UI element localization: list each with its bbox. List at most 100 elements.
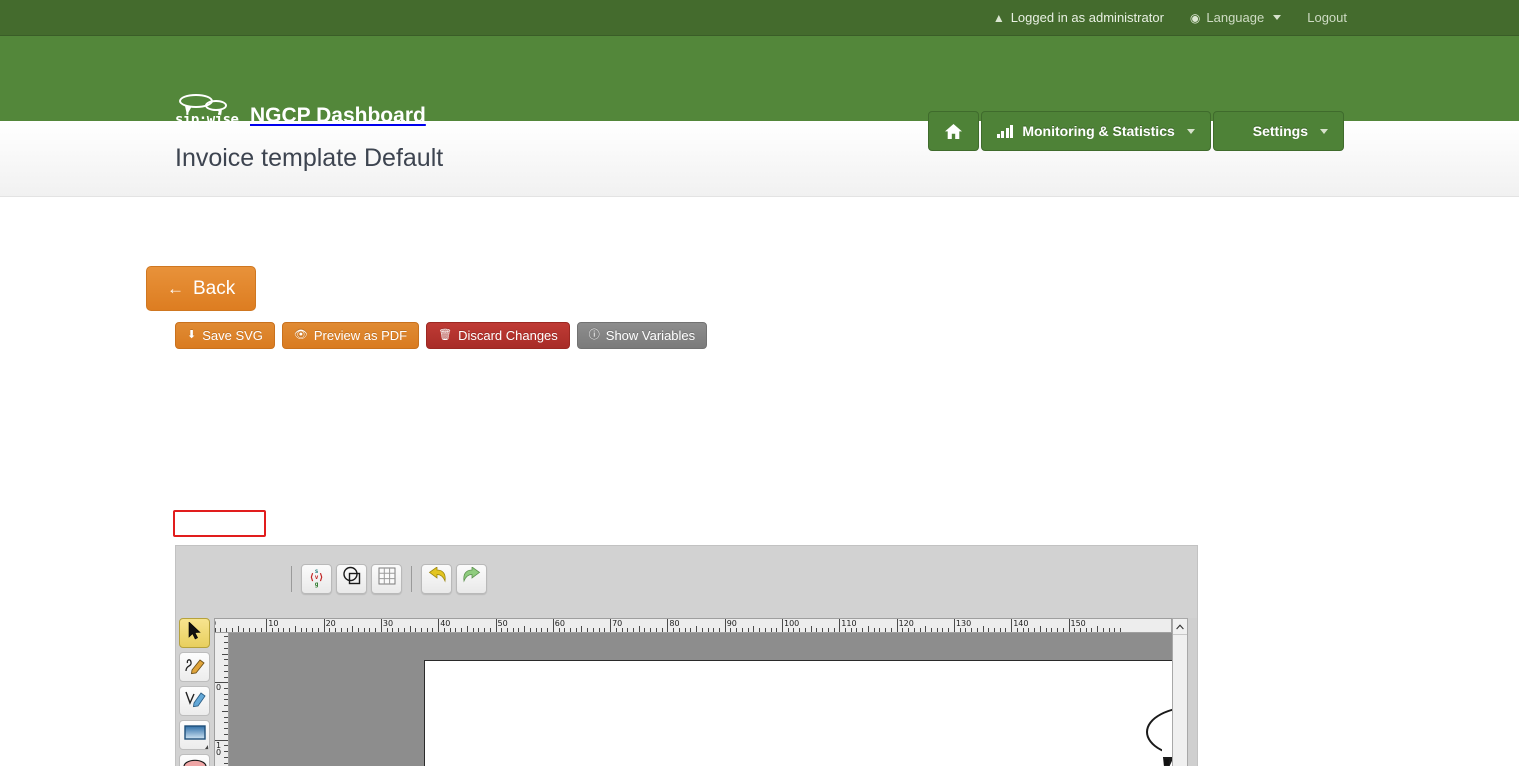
- ruler-tick-major: [610, 619, 611, 632]
- ruler-tick-minor: [224, 636, 228, 637]
- pen-tool[interactable]: [179, 686, 210, 716]
- ruler-tick-minor: [656, 628, 657, 632]
- ruler-tick-minor: [224, 717, 228, 718]
- app-header: sip:wise NGCP Dashboard Monitoring & Sta…: [0, 36, 1519, 121]
- ruler-tick-minor: [249, 628, 250, 632]
- document-sipwise-logo[interactable]: sip:wise: [1128, 701, 1172, 766]
- ruler-tick-minor: [742, 628, 743, 632]
- ruler-tick-minor: [329, 628, 330, 632]
- chevron-down-icon: [1187, 129, 1195, 134]
- ruler-tick-minor: [874, 628, 875, 632]
- language-menu[interactable]: ◉ Language: [1190, 10, 1281, 25]
- ruler-tick-minor: [224, 688, 228, 689]
- ruler-tick-minor: [226, 628, 227, 632]
- scroll-up-button[interactable]: [1173, 619, 1187, 635]
- undo-button[interactable]: [421, 564, 452, 594]
- back-button[interactable]: ← Back: [146, 266, 256, 311]
- submenu-indicator: [205, 745, 208, 749]
- ruler-tick-minor: [983, 626, 984, 632]
- ruler-label: 150: [1071, 620, 1086, 628]
- rectangle-tool[interactable]: [179, 720, 210, 750]
- ruler-tick-minor: [862, 628, 863, 632]
- cursor-arrow-icon: [188, 622, 201, 645]
- user-icon: ▲: [993, 12, 1005, 24]
- ruler-tick-minor: [713, 628, 714, 632]
- nav-monitoring-statistics-button[interactable]: Monitoring & Statistics: [981, 111, 1211, 151]
- ruler-tick-minor: [220, 628, 221, 632]
- ruler-tick-minor: [369, 628, 370, 632]
- freehand-tool[interactable]: [179, 652, 210, 682]
- select-tool[interactable]: [179, 618, 210, 648]
- chevron-down-icon: [1320, 129, 1328, 134]
- logout-link[interactable]: Logout: [1307, 10, 1347, 25]
- ruler-tick-minor: [622, 628, 623, 632]
- ruler-tick-minor: [765, 628, 766, 632]
- ruler-tick-minor: [994, 628, 995, 632]
- ruler-tick-minor: [518, 628, 519, 632]
- ruler-tick-minor: [1120, 628, 1121, 632]
- language-label: Language: [1206, 10, 1264, 25]
- discard-changes-button[interactable]: 🗑 Discard Changes: [426, 322, 570, 349]
- ruler-label: 70: [612, 620, 622, 628]
- ruler-tick-minor: [891, 628, 892, 632]
- ruler-tick-minor: [432, 628, 433, 632]
- grid-icon: [378, 567, 396, 590]
- ruler-tick-minor: [392, 628, 393, 632]
- ruler-tick-minor: [570, 628, 571, 632]
- ruler-tick-minor: [224, 671, 228, 672]
- save-svg-button[interactable]: ⬇ Save SVG: [175, 322, 275, 349]
- discard-changes-label: Discard Changes: [458, 328, 558, 343]
- preview-as-pdf-button[interactable]: 👁 Preview as PDF: [282, 322, 419, 349]
- invoice-document-page[interactable]: sip:wise Invoice Nr. [% invoice.serial %…: [424, 660, 1172, 766]
- brand-home-link[interactable]: sip:wise NGCP Dashboard: [175, 94, 426, 128]
- svg-canvas-viewport[interactable]: sip:wise Invoice Nr. [% invoice.serial %…: [229, 633, 1172, 766]
- ruler-label: 60: [555, 620, 565, 628]
- ruler-tick-minor: [224, 665, 228, 666]
- nav-home-button[interactable]: [928, 111, 979, 151]
- ruler-tick-minor: [1103, 628, 1104, 632]
- ruler-tick-minor: [616, 628, 617, 632]
- ruler-label: 120: [899, 620, 914, 628]
- show-variables-button[interactable]: ⓘ Show Variables: [577, 322, 707, 349]
- ruler-tick-minor: [564, 628, 565, 632]
- ruler-tick-major: [667, 619, 668, 632]
- shapes-boolean-button[interactable]: [336, 564, 367, 594]
- vertical-ruler: 001020304050: [214, 633, 229, 766]
- ruler-tick-major: [324, 619, 325, 632]
- svg-source-icon: ⟨svg⟩: [309, 569, 323, 588]
- svg-editor-toolbar: ⟨svg⟩: [176, 546, 1197, 611]
- ruler-label: 80: [669, 620, 679, 628]
- ruler-tick-minor: [224, 699, 228, 700]
- grid-toggle-button[interactable]: [371, 564, 402, 594]
- canvas-vertical-scrollbar[interactable]: [1172, 618, 1188, 766]
- ruler-tick-major: [954, 619, 955, 632]
- ruler-tick-minor: [501, 628, 502, 632]
- ruler-tick-major: [381, 619, 382, 632]
- ruler-tick-minor: [295, 626, 296, 632]
- ruler-tick-minor: [467, 626, 468, 632]
- ellipse-tool[interactable]: [179, 754, 210, 766]
- ruler-tick-minor: [702, 628, 703, 632]
- redo-button[interactable]: [456, 564, 487, 594]
- ruler-tick-minor: [1017, 628, 1018, 632]
- ruler-tick-minor: [1034, 628, 1035, 632]
- ruler-tick-minor: [788, 628, 789, 632]
- ruler-tick-major: [897, 619, 898, 632]
- chevron-up-icon: [1176, 624, 1184, 630]
- ruler-tick-minor: [318, 628, 319, 632]
- ruler-tick-minor: [224, 659, 228, 660]
- ruler-tick-minor: [736, 628, 737, 632]
- globe-icon: ◉: [1190, 12, 1200, 24]
- nav-settings-button[interactable]: Settings: [1213, 111, 1344, 151]
- rectangle-icon: [184, 725, 206, 745]
- ruler-tick-minor: [816, 628, 817, 632]
- show-variables-label: Show Variables: [606, 328, 695, 343]
- svg-source-button[interactable]: ⟨svg⟩: [301, 564, 332, 594]
- ruler-tick-minor: [1051, 628, 1052, 632]
- ruler-tick-minor: [547, 628, 548, 632]
- ruler-tick-minor: [730, 628, 731, 632]
- ruler-tick-minor: [696, 626, 697, 632]
- ruler-tick-minor: [255, 628, 256, 632]
- ruler-tick-minor: [224, 757, 228, 758]
- ruler-label: 20: [326, 620, 336, 628]
